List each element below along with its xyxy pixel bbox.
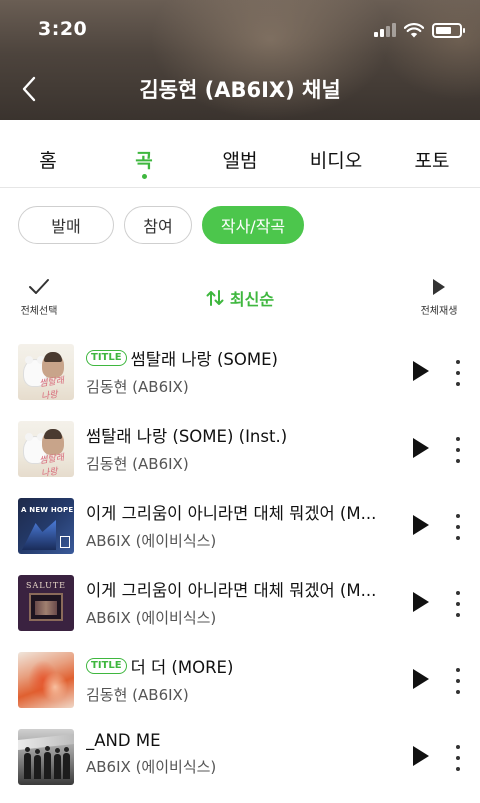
album-cover[interactable]: 썸탈래 나랑: [18, 344, 74, 400]
song-title: 썸탈래 나랑 (SOME): [130, 350, 278, 369]
battery-icon: [432, 22, 465, 38]
more-options-button[interactable]: [450, 745, 466, 771]
album-cover[interactable]: [18, 652, 74, 708]
song-title-line: TITLE 더 더 (MORE): [86, 654, 396, 678]
song-title: 이게 그리움이 아니라면 대체 뭐겠어 (M...: [86, 581, 377, 600]
tab-home[interactable]: 홈: [0, 120, 96, 187]
more-options-button[interactable]: [450, 437, 466, 463]
more-vertical-icon: [456, 514, 460, 518]
song-row[interactable]: _AND ME AB6IX (에이비식스): [0, 717, 480, 794]
title-badge: TITLE: [86, 350, 127, 366]
song-row[interactable]: 썸탈래 나랑 썸탈래 나랑 (SOME) (Inst.) 김동현 (AB6IX): [0, 409, 480, 486]
sort-control-wrap: 최신순: [0, 286, 480, 310]
play-all-label: 전체재생: [420, 306, 458, 317]
song-row[interactable]: A NEW HOPE 이게 그리움이 아니라면 대체 뭐겠어 (M... AB6…: [0, 486, 480, 563]
song-artist: AB6IX (에이비식스): [86, 758, 217, 776]
filter-chip-lyrics-composition[interactable]: 작사/작곡: [202, 206, 304, 244]
sort-arrows-icon: [206, 290, 224, 306]
song-title-line: 이게 그리움이 아니라면 대체 뭐겠어 (M...: [86, 577, 396, 601]
cellular-signal-icon: [374, 23, 396, 37]
play-icon: [413, 515, 429, 535]
album-cover-text: SALUTE: [25, 581, 67, 590]
song-artist: AB6IX (에이비식스): [86, 532, 217, 550]
active-tab-dot: [141, 174, 147, 179]
play-button[interactable]: [410, 513, 432, 537]
more-vertical-icon: [456, 668, 460, 672]
song-artist: AB6IX (에이비식스): [86, 609, 217, 627]
more-options-button[interactable]: [450, 591, 466, 617]
album-cover-text: 썸탈래 나랑: [38, 376, 65, 400]
song-title: 이게 그리움이 아니라면 대체 뭐겠어 (M...: [86, 504, 377, 523]
tab-label: 포토: [414, 150, 450, 172]
song-title-line: _AND ME: [86, 731, 396, 750]
list-toolbar: 전체선택 최신순 전체재생: [0, 276, 480, 324]
more-options-button[interactable]: [450, 514, 466, 540]
album-cover[interactable]: SALUTE: [18, 575, 74, 631]
song-title-line: TITLE 썸탈래 나랑 (SOME): [86, 346, 396, 370]
status-time: 3:20: [38, 18, 88, 40]
wifi-icon: [404, 22, 424, 37]
page-title: 김동현 (AB6IX) 채널: [139, 78, 341, 102]
tab-label: 곡: [135, 150, 153, 172]
sort-label: 최신순: [229, 290, 275, 309]
play-button[interactable]: [410, 744, 432, 768]
play-button[interactable]: [410, 590, 432, 614]
more-options-button[interactable]: [450, 668, 466, 694]
filter-chip-release[interactable]: 발매: [18, 206, 114, 244]
tab-songs[interactable]: 곡: [96, 120, 192, 187]
play-icon: [413, 592, 429, 612]
play-icon: [413, 361, 429, 381]
album-cover-text: 썸탈래 나랑: [38, 453, 65, 477]
tab-photos[interactable]: 포토: [384, 120, 480, 187]
tab-videos[interactable]: 비디오: [288, 120, 384, 187]
song-row[interactable]: 썸탈래 나랑 TITLE 썸탈래 나랑 (SOME) 김동현 (AB6IX): [0, 332, 480, 409]
play-button[interactable]: [410, 436, 432, 460]
album-cover[interactable]: 썸탈래 나랑: [18, 421, 74, 477]
play-icon: [413, 438, 429, 458]
album-cover[interactable]: A NEW HOPE: [18, 498, 74, 554]
more-vertical-icon: [456, 745, 460, 749]
play-icon: [413, 746, 429, 766]
song-row[interactable]: TITLE 더 더 (MORE) 김동현 (AB6IX): [0, 640, 480, 717]
filter-chips: 발매 참여 작사/작곡: [18, 206, 304, 244]
tab-label: 홈: [39, 150, 57, 172]
channel-tabs: 홈 곡 앨범 비디오 포토: [0, 120, 480, 188]
channel-header: 3:20 김동현 (AB6IX) 채널: [0, 0, 480, 120]
status-icons: [374, 20, 465, 40]
play-icon: [433, 279, 445, 295]
play-icon: [413, 669, 429, 689]
more-vertical-icon: [456, 591, 460, 595]
song-title: 썸탈래 나랑 (SOME) (Inst.): [86, 427, 288, 446]
sort-button[interactable]: 최신순: [206, 290, 274, 309]
song-artist: 김동현 (AB6IX): [86, 378, 189, 396]
tab-label: 비디오: [309, 150, 363, 172]
more-options-button[interactable]: [450, 360, 466, 386]
tab-albums[interactable]: 앨범: [192, 120, 288, 187]
more-vertical-icon: [456, 360, 460, 364]
play-button[interactable]: [410, 667, 432, 691]
play-button[interactable]: [410, 359, 432, 383]
song-artist: 김동현 (AB6IX): [86, 455, 189, 473]
album-cover-text: A NEW HOPE: [21, 506, 74, 514]
song-row[interactable]: SALUTE 이게 그리움이 아니라면 대체 뭐겠어 (M... AB6IX (…: [0, 563, 480, 640]
song-title-line: 이게 그리움이 아니라면 대체 뭐겠어 (M...: [86, 500, 396, 524]
play-all-button[interactable]: 전체재생: [416, 278, 462, 317]
album-cover[interactable]: [18, 729, 74, 785]
filter-chip-participation[interactable]: 참여: [124, 206, 192, 244]
song-title: 더 더 (MORE): [130, 658, 234, 677]
title-badge: TITLE: [86, 658, 127, 674]
more-vertical-icon: [456, 437, 460, 441]
song-artist: 김동현 (AB6IX): [86, 686, 189, 704]
song-title: _AND ME: [86, 731, 161, 750]
tab-label: 앨범: [222, 150, 258, 172]
song-list: 썸탈래 나랑 TITLE 썸탈래 나랑 (SOME) 김동현 (AB6IX) 썸…: [0, 332, 480, 794]
song-title-line: 썸탈래 나랑 (SOME) (Inst.): [86, 423, 396, 447]
